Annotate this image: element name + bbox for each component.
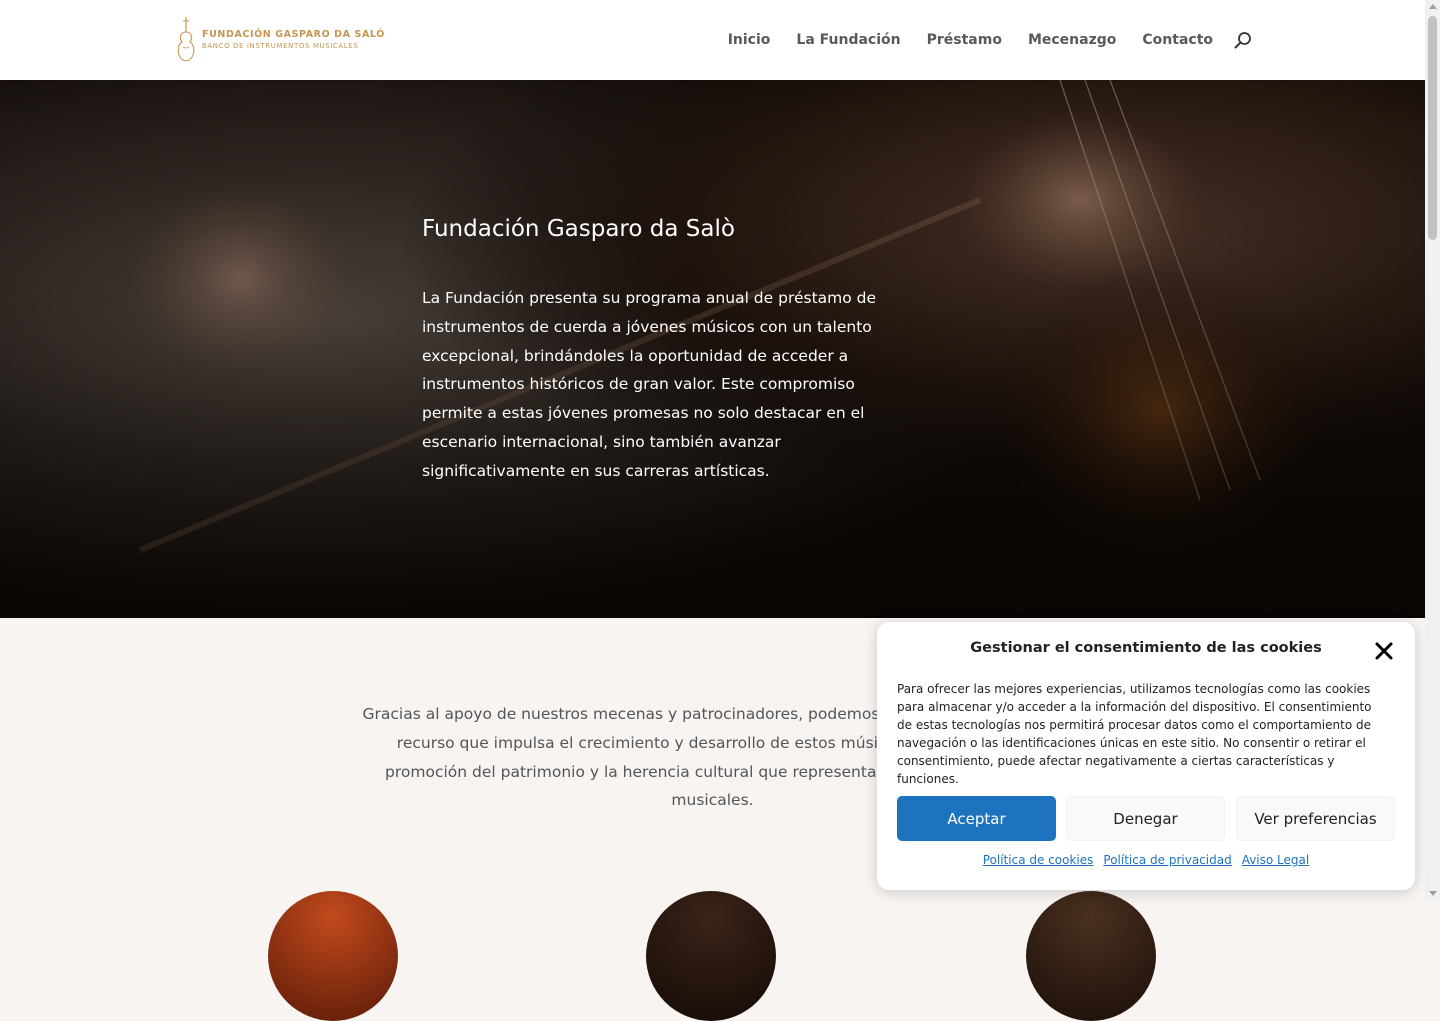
instrument-image-3[interactable] — [1026, 891, 1156, 1021]
close-icon[interactable] — [1374, 641, 1394, 661]
logo-text: FUNDACIÓN GASPARO DA SALÓ BANCO DE INSTR… — [202, 29, 385, 51]
cookie-dialog-title: Gestionar el consentimiento de las cooki… — [970, 640, 1322, 656]
cookie-consent-dialog: Gestionar el consentimiento de las cooki… — [877, 622, 1415, 890]
privacy-policy-link[interactable]: Política de privacidad — [1103, 853, 1231, 867]
hero-content: Fundación Gasparo da Salò La Fundación p… — [422, 214, 882, 486]
scroll-up-arrow-icon[interactable] — [1429, 4, 1437, 9]
legal-notice-link[interactable]: Aviso Legal — [1242, 853, 1310, 867]
nav-item-la-fundacion[interactable]: La Fundación — [796, 32, 900, 48]
deny-button[interactable]: Denegar — [1066, 796, 1225, 841]
accept-button[interactable]: Aceptar — [897, 796, 1056, 841]
nav-item-prestamo[interactable]: Préstamo — [927, 32, 1002, 48]
site-logo[interactable]: FUNDACIÓN GASPARO DA SALÓ BANCO DE INSTR… — [176, 16, 385, 64]
scrollbar-thumb[interactable] — [1428, 16, 1437, 240]
search-icon[interactable] — [1233, 31, 1253, 51]
violin-logo-icon — [177, 17, 195, 62]
main-nav: Inicio La Fundación Préstamo Mecenazgo C… — [702, 0, 1213, 80]
cookie-dialog-links: Política de cookies Política de privacid… — [877, 853, 1415, 867]
cookie-dialog-text: Para ofrecer las mejores experiencias, u… — [897, 682, 1372, 786]
page-scrollbar[interactable] — [1425, 0, 1440, 900]
instrument-image-1[interactable] — [268, 891, 398, 1021]
cookie-policy-link[interactable]: Política de cookies — [983, 853, 1094, 867]
logo-title: FUNDACIÓN GASPARO DA SALÓ — [202, 29, 385, 40]
hero-section: Fundación Gasparo da Salò La Fundación p… — [0, 80, 1425, 618]
site-header: FUNDACIÓN GASPARO DA SALÓ BANCO DE INSTR… — [0, 0, 1425, 80]
nav-item-mecenazgo[interactable]: Mecenazgo — [1028, 32, 1116, 48]
nav-item-inicio[interactable]: Inicio — [728, 32, 771, 48]
view-preferences-button[interactable]: Ver preferencias — [1236, 796, 1395, 841]
hero-title: Fundación Gasparo da Salò — [422, 216, 735, 242]
instrument-image-2[interactable] — [646, 891, 776, 1021]
scroll-down-arrow-icon[interactable] — [1429, 891, 1437, 896]
hero-description: La Fundación presenta su programa anual … — [422, 289, 877, 480]
nav-item-contacto[interactable]: Contacto — [1142, 32, 1213, 48]
logo-subtitle: BANCO DE INSTRUMENTOS MUSICALES — [202, 42, 359, 50]
